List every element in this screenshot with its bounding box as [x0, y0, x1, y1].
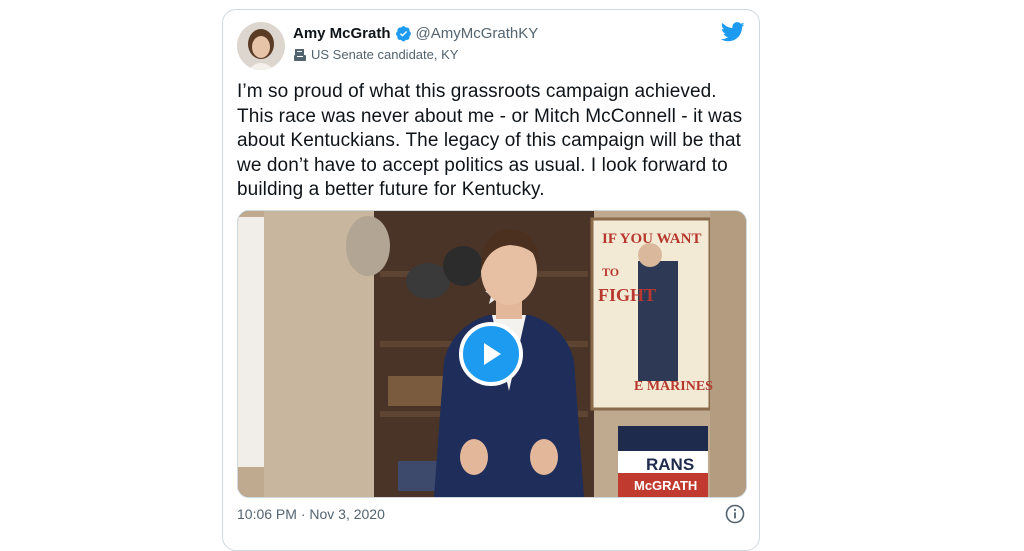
- avatar-image: [237, 22, 285, 70]
- tweet-timestamp[interactable]: 10:06 PM · Nov 3, 2020: [237, 506, 385, 522]
- tweet-text: I’m so proud of what this grassroots cam…: [237, 81, 743, 200]
- author-handle[interactable]: @AmyMcGrathKY: [416, 25, 539, 42]
- twitter-bird-icon[interactable]: [720, 22, 745, 47]
- author-label-row: US Senate candidate, KY: [293, 47, 458, 62]
- poster-line-3: FIGHT: [598, 285, 657, 305]
- ballot-box-icon: [293, 48, 307, 62]
- avatar[interactable]: [237, 22, 285, 70]
- play-icon: [484, 343, 501, 365]
- poster-line-4: E MARINES: [634, 379, 713, 394]
- verified-badge-icon: [395, 25, 412, 42]
- sign-line-1: RANS: [646, 455, 695, 474]
- author-display-name[interactable]: Amy McGrath: [293, 25, 391, 42]
- author-label: US Senate candidate, KY: [311, 47, 459, 62]
- video-player[interactable]: IF YOU WANT TO FIGHT E MARINES RANS McGR…: [237, 210, 747, 498]
- poster-line-2: TO: [602, 265, 620, 279]
- author-name-row: Amy McGrath @AmyMcGrathKY: [293, 25, 538, 42]
- play-button[interactable]: [459, 322, 523, 386]
- sign-line-2: McGRATH: [634, 478, 698, 493]
- poster-line-1: IF YOU WANT: [602, 231, 702, 247]
- info-icon[interactable]: [725, 504, 745, 529]
- tweet-card: Amy McGrath @AmyMcGrathKY US Senate cand…: [222, 9, 760, 551]
